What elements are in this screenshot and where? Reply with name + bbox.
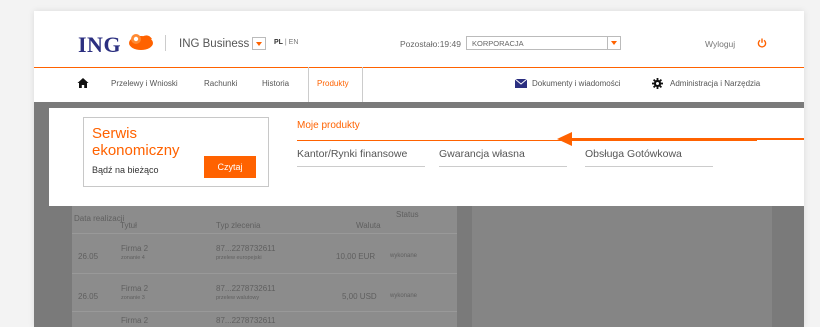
my-products-heading[interactable]: Moje produkty — [297, 120, 360, 131]
row-date: 26.05 — [78, 292, 99, 301]
row-title: Firma 2 — [121, 284, 149, 293]
lang-en-link[interactable]: EN — [289, 39, 299, 46]
organization-select-value: KORPORACJA — [472, 39, 524, 48]
promo-box: Serwis ekonomiczny Bądź na bieżąco Czyta… — [83, 117, 269, 187]
menu-item-cash[interactable]: Obsługa Gotówkowa — [585, 148, 682, 160]
row-title: Firma 2 — [121, 316, 149, 325]
language-switcher: PL | EN — [274, 39, 298, 46]
nav-item-products[interactable]: Produkty — [317, 79, 349, 88]
menu-item-guarantee[interactable]: Gwarancja własna — [439, 148, 525, 160]
products-dropdown: Serwis ekonomiczny Bądź na bieżąco Czyta… — [49, 108, 804, 206]
chevron-down-icon — [256, 42, 262, 46]
app-name: ING Business — [179, 38, 250, 50]
table-header-date: Data realizacji — [74, 214, 125, 223]
row-account: 87...2278732611 — [216, 244, 276, 253]
lion-logo-icon — [129, 34, 153, 50]
row-type: przelew walutowy — [216, 295, 260, 301]
table-header-title: Tytuł — [120, 221, 137, 230]
ing-logo: ING — [78, 32, 122, 57]
logout-link[interactable]: Wyloguj — [705, 39, 735, 49]
lang-pl-link[interactable]: PL — [274, 39, 283, 46]
row-amount: 10,00 EUR — [336, 252, 376, 261]
nav-item-accounts[interactable]: Rachunki — [204, 79, 237, 88]
menu-item-underline — [439, 166, 567, 167]
table-divider — [72, 233, 457, 234]
table-divider — [72, 311, 457, 312]
row-account: 87...2278732611 — [216, 316, 276, 325]
read-button[interactable]: Czytaj — [204, 156, 256, 178]
row-status: wykonane — [390, 293, 418, 299]
promo-title: Serwis ekonomiczny — [92, 125, 180, 159]
header-divider — [165, 35, 166, 51]
section-divider — [297, 140, 757, 141]
app-window: ING ING Business PL | EN Pozostało:19:49… — [34, 11, 804, 327]
nav-item-history[interactable]: Historia — [262, 79, 289, 88]
row-title: Firma 2 — [121, 244, 149, 253]
row-account: 87...2278732611 — [216, 284, 276, 293]
chevron-down-icon — [611, 41, 617, 45]
menu-item-underline — [585, 166, 713, 167]
arrow-left-icon — [557, 132, 572, 146]
nav-item-transfers[interactable]: Przelewy i Wnioski — [111, 79, 178, 88]
row-type: przelew europejski — [216, 255, 262, 261]
promo-subtitle: Bądź na bieżąco — [92, 165, 159, 175]
menu-item-underline — [297, 166, 425, 167]
session-timer: Pozostało:19:49 — [400, 39, 461, 49]
main-nav: Przelewy i Wnioski Rachunki Historia Pro… — [34, 67, 804, 103]
row-subtitle: zonanie 3 — [121, 295, 145, 301]
row-date: 26.05 — [78, 252, 99, 261]
organization-select-button[interactable] — [607, 36, 621, 50]
nav-item-documents[interactable]: Dokumenty i wiadomości — [532, 79, 620, 88]
envelope-icon — [515, 79, 527, 88]
menu-item-exchange[interactable]: Kantor/Rynki finansowe — [297, 148, 407, 160]
table-divider — [72, 273, 457, 274]
annotation-arrow-line — [572, 138, 804, 140]
app-switcher-dropdown[interactable] — [252, 37, 266, 50]
nav-item-admin[interactable]: Administracja i Narzędzia — [670, 79, 760, 88]
table-header-status: Status — [396, 210, 419, 219]
table-header-currency: Waluta — [356, 221, 381, 230]
row-subtitle: zonanie 4 — [121, 255, 145, 261]
power-icon[interactable] — [757, 38, 767, 48]
gear-icon — [652, 78, 663, 89]
row-amount: 5,00 USD — [342, 292, 377, 301]
home-icon[interactable] — [77, 77, 89, 89]
organization-select[interactable]: KORPORACJA — [466, 36, 621, 50]
table-header-type: Typ zlecenia — [216, 221, 261, 230]
top-bar: ING ING Business PL | EN Pozostało:19:49… — [34, 11, 804, 67]
row-status: wykonane — [390, 253, 418, 259]
